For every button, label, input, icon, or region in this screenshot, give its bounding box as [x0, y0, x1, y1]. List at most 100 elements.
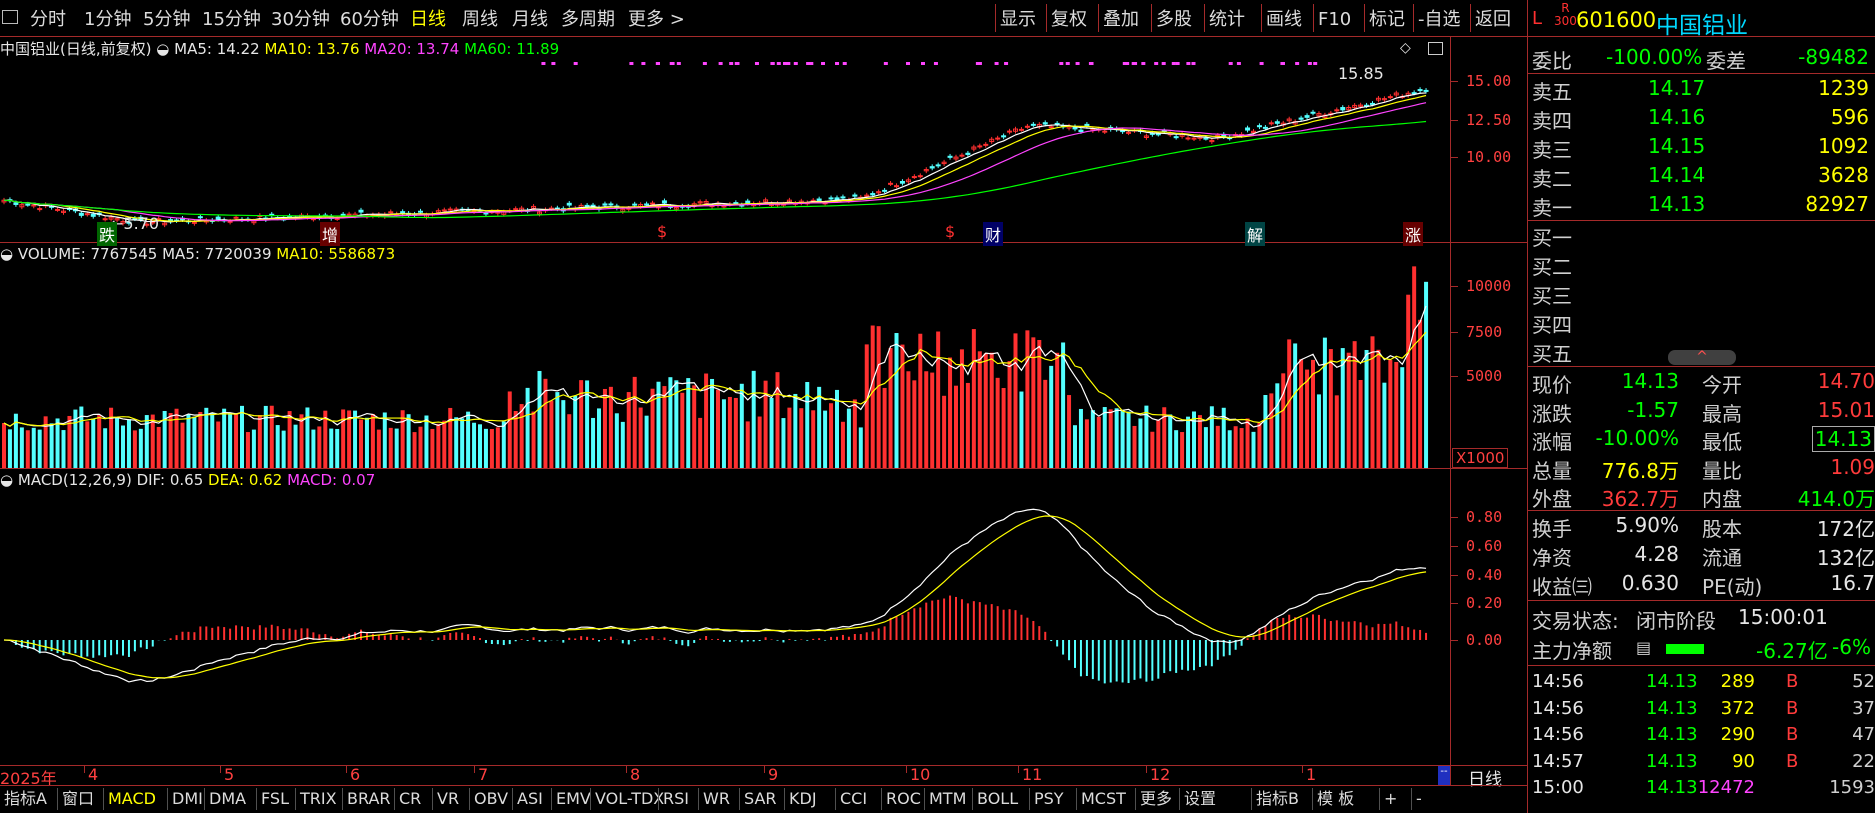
period-tab-0[interactable]: 分时	[30, 0, 66, 36]
indicator-tab-28[interactable]: +	[1380, 785, 1401, 813]
toolbar-action-1[interactable]: 复权	[1051, 0, 1087, 36]
low-price-label: ←5.70	[110, 214, 160, 233]
indicator-tab-10[interactable]: OBV	[470, 785, 512, 813]
tick-row[interactable]: 14:56 14.13 372 B 37	[1528, 698, 1875, 727]
indicator-tab-7[interactable]: BRAR	[343, 785, 395, 813]
indicator-tab-17[interactable]: KDJ	[785, 785, 821, 813]
toolbar-action-9[interactable]: 返回	[1475, 0, 1511, 36]
ask-row[interactable]: 卖二 14.14 3628	[1528, 163, 1875, 192]
stat-value: 362.7万	[1601, 487, 1679, 511]
period-tab-10[interactable]: 更多 >	[628, 0, 685, 36]
period-tab-7[interactable]: 周线	[462, 0, 498, 36]
period-tab-8[interactable]: 月线	[512, 0, 548, 36]
indicator-tab-18[interactable]: CCI	[836, 785, 871, 813]
restore-icon[interactable]	[1428, 42, 1443, 55]
indicator-tab-0[interactable]: 指标A	[0, 785, 51, 813]
toolbar-action-2[interactable]: 叠加	[1103, 0, 1139, 36]
toolbar-action-3[interactable]: 多股	[1156, 0, 1192, 36]
tick-row[interactable]: 14:56 14.13 290 B 47	[1528, 724, 1875, 753]
indicator-tab-8[interactable]: CR	[395, 785, 425, 813]
period-tab-6[interactable]: 日线	[410, 0, 446, 36]
indicator-tab-13[interactable]: VOL-TDX	[591, 785, 668, 813]
indicator-tab-3[interactable]: DMI	[168, 785, 207, 813]
scroll-indicator[interactable]: --	[1438, 766, 1450, 785]
ask-row[interactable]: 卖五 14.17 1239	[1528, 76, 1875, 105]
indicator-tab-16[interactable]: SAR	[740, 785, 781, 813]
month-label: 10	[910, 765, 931, 784]
toolbar-action-0[interactable]: 显示	[1000, 0, 1036, 36]
toolbar-action-5[interactable]: 画线	[1266, 0, 1302, 36]
toolbar-action-4[interactable]: 统计	[1209, 0, 1245, 36]
period-tab-4[interactable]: 30分钟	[271, 0, 330, 36]
indicator-tab-25[interactable]: 设置	[1180, 785, 1220, 813]
main-flow-pct: -6%	[1832, 635, 1871, 659]
macd-chart[interactable]	[0, 488, 1450, 765]
indicator-tab-1[interactable]: 窗口	[58, 785, 98, 813]
toolbar-action-6[interactable]: F10	[1318, 0, 1351, 36]
toolbar: 分时 1分钟 5分钟 15分钟 30分钟 60分钟 日线 周线 月线 多周期 更多 > 显示 复权 叠加…	[0, 0, 1528, 36]
ask-row[interactable]: 卖三 14.15 1092	[1528, 134, 1875, 163]
indicator-tab-27[interactable]: 模 板	[1313, 785, 1358, 813]
ask-row[interactable]: 卖四 14.16 596	[1528, 105, 1875, 134]
tick-row[interactable]: 14:57 14.13 90 B 22	[1528, 751, 1875, 780]
period-tab-9[interactable]: 多周期	[561, 0, 615, 36]
indicator-tab-20[interactable]: MTM	[925, 785, 970, 813]
tick-side: B	[1786, 671, 1799, 692]
toolbar-action-7[interactable]: 标记	[1369, 0, 1405, 36]
event-marker[interactable]: $	[943, 222, 957, 241]
event-marker[interactable]: 涨	[1403, 222, 1424, 246]
bid-row[interactable]: 买四	[1528, 309, 1875, 338]
period-tab-3[interactable]: 15分钟	[202, 0, 261, 36]
tick-price: 14.13	[1646, 697, 1698, 719]
indicator-tab-23[interactable]: MCST	[1077, 785, 1130, 813]
month-label: 11	[1022, 765, 1043, 784]
indicator-tab-5[interactable]: FSL	[257, 785, 293, 813]
period-tab-1[interactable]: 1分钟	[84, 0, 131, 36]
collapse-button[interactable]: ^	[1668, 350, 1736, 365]
settings-icon[interactable]: ◒	[0, 245, 13, 263]
menu-icon[interactable]: ▤	[1636, 638, 1651, 657]
indicator-tab-24[interactable]: 更多	[1136, 785, 1176, 813]
indicator-tab-21[interactable]: BOLL	[973, 785, 1022, 813]
bid-row[interactable]: 买一	[1528, 222, 1875, 251]
event-marker[interactable]: 财	[983, 222, 1004, 246]
indicator-tab-15[interactable]: WR	[699, 785, 734, 813]
toolbar-action-8[interactable]: -自选	[1418, 0, 1461, 36]
indicator-tab-6[interactable]: TRIX	[296, 785, 341, 813]
volume-chart[interactable]	[0, 262, 1450, 468]
indicator-tab-4[interactable]: DMA	[205, 785, 250, 813]
bid-row[interactable]: 买二	[1528, 251, 1875, 280]
period-label[interactable]: 日线	[1468, 765, 1502, 790]
indicator-tab-2[interactable]: MACD	[104, 785, 160, 813]
indicator-tab-26[interactable]: 指标B	[1252, 785, 1303, 813]
ask-volume: 1239	[1818, 76, 1869, 100]
indicator-tab-11[interactable]: ASI	[513, 785, 547, 813]
ask-price: 14.14	[1648, 163, 1706, 187]
bid-row[interactable]: 买三	[1528, 280, 1875, 309]
indicator-tab-29[interactable]: -	[1412, 785, 1426, 813]
fundamental-row: 收益㈢ 0.630 PE(动) 16.7	[1528, 571, 1875, 600]
period-tab-5[interactable]: 60分钟	[340, 0, 399, 36]
stat-label: 总量	[1532, 458, 1572, 483]
indicator-tab-9[interactable]: VR	[433, 785, 463, 813]
quote-stat-row: 涨跌 -1.57 最高 15.01	[1528, 398, 1875, 427]
event-marker[interactable]: $	[655, 222, 669, 241]
event-marker[interactable]: 增	[320, 222, 341, 246]
indicator-tab-14[interactable]: RSI	[659, 785, 693, 813]
kline-chart[interactable]	[0, 56, 1450, 242]
indicator-tab-12[interactable]: EMV	[552, 785, 595, 813]
stat-label: 净资	[1532, 546, 1572, 570]
pin-icon[interactable]: ◇	[1400, 40, 1411, 56]
event-marker[interactable]: 跌	[97, 222, 118, 246]
fundamental-row: 换手 5.90% 股本 172亿	[1528, 513, 1875, 542]
event-marker[interactable]: 解	[1245, 222, 1266, 246]
tick-row[interactable]: 14:56 14.13 289 B 52	[1528, 671, 1875, 700]
tick-time: 14:56	[1532, 671, 1584, 692]
indicator-tab-22[interactable]: PSY	[1030, 785, 1068, 813]
tick-row[interactable]: 15:00 14.13 12472 1593	[1528, 777, 1875, 806]
ask-row[interactable]: 卖一 14.13 82927	[1528, 192, 1875, 221]
indicator-tab-19[interactable]: ROC	[882, 785, 925, 813]
window-toggle-icon[interactable]	[2, 10, 18, 24]
settings-icon[interactable]: ◒	[0, 471, 13, 489]
period-tab-2[interactable]: 5分钟	[143, 0, 190, 36]
